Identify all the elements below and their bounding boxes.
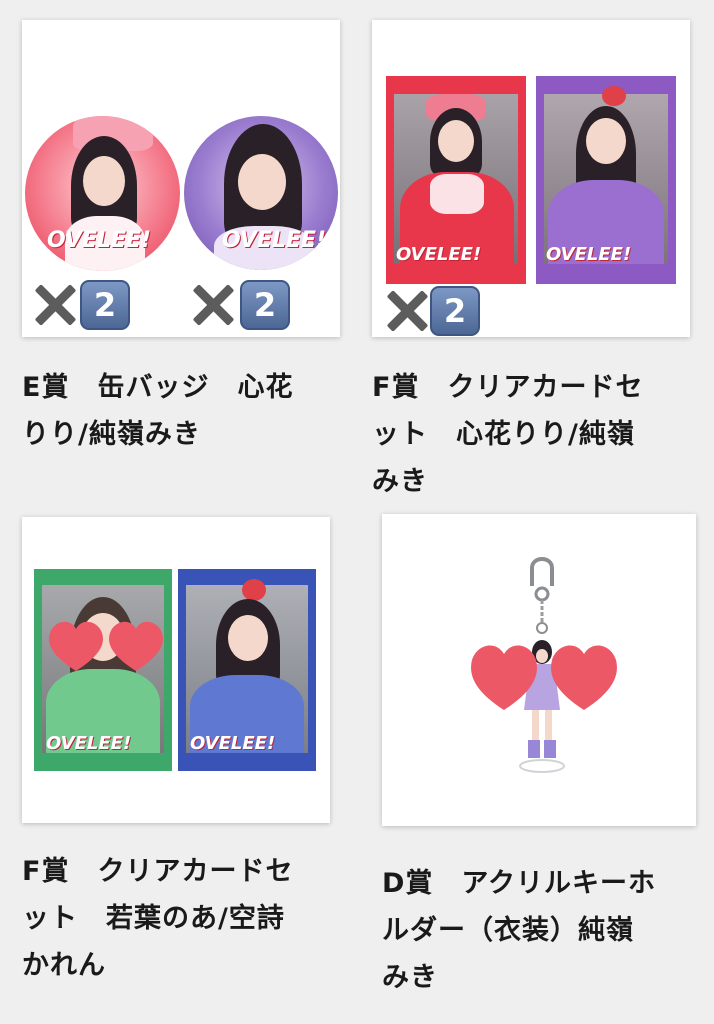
product-caption-f-2[interactable]: F賞 クリアカードセ ット 若葉のあ/空詩 かれん (22, 848, 342, 989)
quantity-badge-left: 2 (80, 280, 130, 330)
heart-icon (49, 621, 163, 671)
product-caption-e[interactable]: E賞 缶バッジ 心花 りり/純嶺みき (22, 364, 342, 458)
caption-line: ット 心花りり/純嶺 (372, 419, 635, 450)
caption-line: ット 若葉のあ/空詩 (22, 903, 285, 934)
caption-line: E賞 缶バッジ 心花 (22, 372, 294, 403)
product-card-f-clear-card-2[interactable]: OVELEE! OVELEE! (22, 517, 330, 823)
clear-card-image-blue: OVELEE! (178, 569, 316, 771)
caption-line: D賞 アクリルキーホ (382, 868, 657, 899)
heart-icon (471, 645, 617, 710)
product-caption-f-1[interactable]: F賞 クリアカードセ ット 心花りり/純嶺 みき (372, 364, 692, 505)
caption-line: F賞 クリアカードセ (372, 372, 644, 403)
clear-card-image-purple: OVELEE! (536, 76, 676, 284)
clear-card-image-red: OVELEE! (386, 76, 526, 284)
multiply-icon (190, 282, 236, 328)
caption-line: かれん (22, 950, 106, 981)
can-badge-image-purple: OVELEE! (184, 116, 338, 270)
product-card-d-acrylic-keychain[interactable] (382, 514, 696, 826)
multiply-icon (32, 282, 78, 328)
multiply-icon (384, 288, 430, 334)
can-badge-image-red: OVELEE! (25, 116, 180, 271)
product-card-f-clear-card-1[interactable]: OVELEE! OVELEE! 2 (372, 20, 690, 337)
quantity-badge-right: 2 (240, 280, 290, 330)
caption-line: りり/純嶺みき (22, 419, 201, 450)
quantity-badge: 2 (430, 286, 480, 336)
caption-line: F賞 クリアカードセ (22, 856, 294, 887)
caption-line: ルダー（衣装）純嶺 (382, 915, 634, 946)
product-card-e-badge[interactable]: OVELEE! OVELEE! 2 2 (22, 20, 340, 337)
caption-line: みき (372, 466, 428, 497)
caption-line: みき (382, 962, 438, 993)
product-caption-d[interactable]: D賞 アクリルキーホ ルダー（衣装）純嶺 みき (382, 860, 702, 1001)
